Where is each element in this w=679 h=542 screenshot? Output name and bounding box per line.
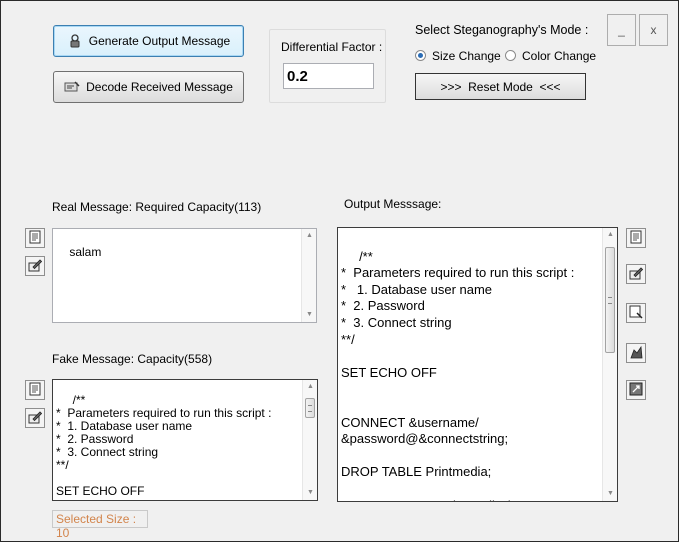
real-message-text: salam — [69, 245, 102, 259]
radio-color-change-label: Color Change — [522, 49, 597, 63]
output-open-button[interactable] — [626, 228, 646, 248]
output-message-scrollbar[interactable]: ▲ ▼ — [602, 228, 617, 501]
radio-size-change[interactable]: Size Change — [415, 49, 501, 63]
open-file-icon — [28, 230, 42, 247]
generate-output-label: Generate Output Message — [88, 34, 231, 48]
mode-label: Select Steganography's Mode : — [415, 23, 589, 37]
real-open-button[interactable] — [25, 228, 45, 248]
real-edit-button[interactable] — [25, 256, 45, 276]
scroll-down-arrow-icon[interactable]: ▼ — [302, 308, 316, 322]
key-icon — [67, 34, 83, 48]
decode-icon — [64, 80, 80, 94]
minimize-icon: _ — [618, 23, 625, 37]
close-icon: x — [650, 23, 657, 37]
open-file-icon — [28, 382, 42, 399]
selected-size-status: Selected Size : 10 — [52, 510, 148, 540]
output-message-textarea[interactable]: /** * Parameters required to run this sc… — [337, 227, 618, 502]
real-message-scrollbar[interactable]: ▲ ▼ — [301, 229, 316, 322]
reset-mode-button[interactable]: >>> Reset Mode <<< — [415, 73, 586, 100]
close-button[interactable]: x — [639, 14, 668, 46]
scroll-up-arrow-icon[interactable]: ▲ — [302, 229, 316, 243]
paste-icon — [629, 345, 643, 362]
fake-message-scrollbar[interactable]: ▲ ▼ — [302, 380, 317, 500]
reset-mode-label: >>> Reset Mode <<< — [440, 79, 561, 94]
output-save-button[interactable] — [626, 380, 646, 400]
copy-icon — [629, 305, 643, 322]
radio-color-change-indicator[interactable] — [505, 50, 516, 61]
output-paste-button[interactable] — [626, 343, 646, 363]
main-window: _ x Generate Output Message Decode Recei… — [0, 0, 679, 542]
decode-received-button[interactable]: Decode Received Message — [53, 71, 244, 103]
selected-size-text: Selected Size : 10 — [56, 512, 137, 540]
edit-icon — [28, 410, 43, 427]
minimize-button[interactable]: _ — [607, 14, 636, 46]
radio-color-change[interactable]: Color Change — [505, 49, 596, 63]
differential-label: Differential Factor : — [281, 40, 383, 54]
scroll-thumb[interactable] — [605, 247, 615, 353]
scroll-up-arrow-icon[interactable]: ▲ — [603, 228, 617, 242]
fake-message-textarea[interactable]: /** * Parameters required to run this sc… — [52, 379, 318, 501]
fake-open-button[interactable] — [25, 380, 45, 400]
real-message-label: Real Message: Required Capacity(113) — [52, 200, 262, 214]
real-message-textarea[interactable]: salam ▲ ▼ — [52, 228, 317, 323]
edit-icon — [629, 266, 644, 283]
output-copy-button[interactable] — [626, 303, 646, 323]
scroll-down-arrow-icon[interactable]: ▼ — [303, 486, 317, 500]
output-message-text: /** * Parameters required to run this sc… — [341, 248, 575, 501]
differential-input[interactable]: 0.2 — [283, 63, 374, 89]
decode-received-label: Decode Received Message — [86, 80, 233, 94]
scroll-down-arrow-icon[interactable]: ▼ — [603, 487, 617, 501]
fake-edit-button[interactable] — [25, 408, 45, 428]
radio-size-change-label: Size Change — [432, 49, 501, 63]
fake-message-text: /** * Parameters required to run this sc… — [56, 393, 272, 498]
generate-output-button[interactable]: Generate Output Message — [53, 25, 244, 57]
save-icon — [629, 382, 643, 399]
fake-message-label: Fake Message: Capacity(558) — [52, 352, 213, 366]
scroll-up-arrow-icon[interactable]: ▲ — [303, 380, 317, 394]
open-file-icon — [629, 230, 643, 247]
output-edit-button[interactable] — [626, 264, 646, 284]
edit-icon — [28, 258, 43, 275]
scroll-thumb[interactable] — [305, 398, 315, 418]
radio-size-change-indicator[interactable] — [415, 50, 426, 61]
output-message-label: Output Messsage: — [344, 197, 442, 211]
differential-group: Differential Factor : 0.2 — [269, 29, 386, 103]
